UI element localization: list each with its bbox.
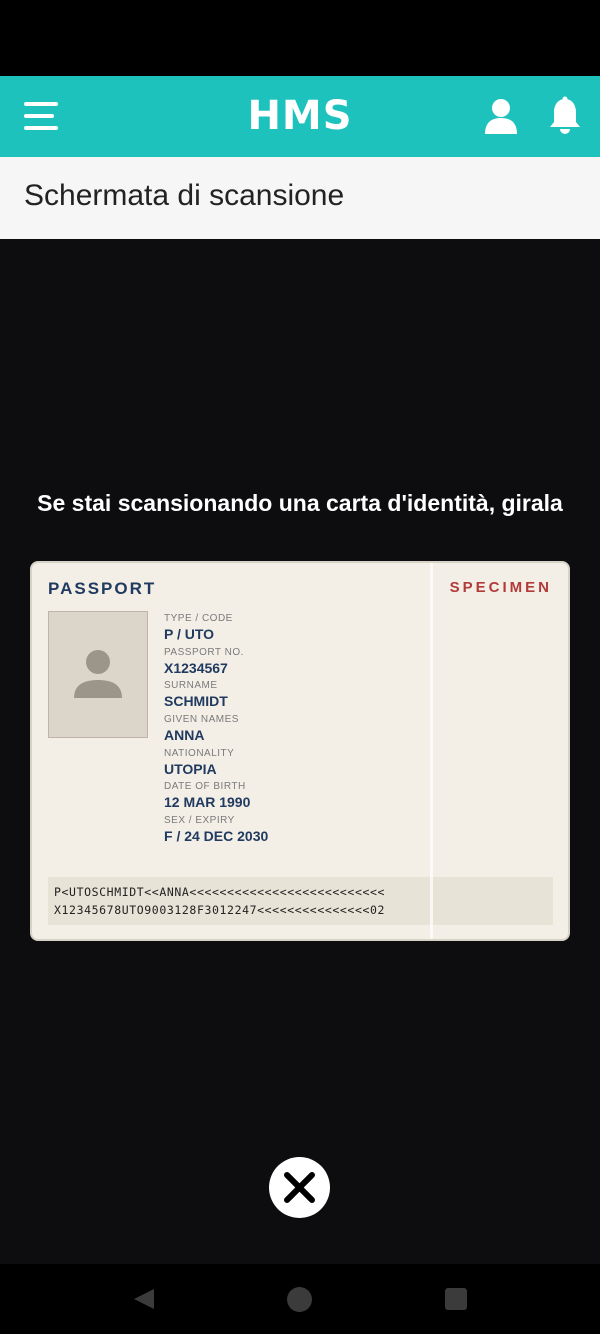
- home-circle-icon[interactable]: [287, 1287, 312, 1312]
- mrz-zone: P<UTOSCHMIDT<<ANNA<<<<<<<<<<<<<<<<<<<<<<…: [48, 877, 553, 925]
- passport-fields: TYPE / CODE P / UTO PASSPORT NO. X123456…: [164, 613, 268, 849]
- mrz-line-1: P<UTOSCHMIDT<<ANNA<<<<<<<<<<<<<<<<<<<<<<…: [54, 885, 386, 899]
- recent-apps-icon[interactable]: [445, 1288, 467, 1310]
- close-icon: [284, 1172, 315, 1203]
- page-title: Schermata di scansione: [24, 179, 345, 212]
- status-bar: [0, 0, 600, 76]
- field-sex-expiry: SEX / EXPIRY F / 24 DEC 2030: [164, 815, 269, 845]
- photo-placeholder: [48, 611, 148, 738]
- back-triangle-icon[interactable]: [132, 1287, 156, 1311]
- title-bar: Schermata di scansione: [0, 157, 600, 239]
- field-passport-no: PASSPORT NO. X1234567: [164, 646, 244, 676]
- mrz-line-2: X12345678UTO9003128F3012247<<<<<<<<<<<<<…: [54, 903, 386, 917]
- passport-card: PASSPORT SPECIMEN TYPE / CODE P / UTO PA…: [30, 561, 570, 941]
- scan-instruction: Se stai scansionando una carta d'identit…: [37, 490, 563, 516]
- close-button[interactable]: [269, 1157, 330, 1218]
- field-given-names: GIVEN NAMES ANNA: [164, 714, 239, 744]
- field-date-of-birth: DATE OF BIRTH 12 MAR 1990: [164, 781, 251, 811]
- person-silhouette-icon: [74, 650, 122, 698]
- specimen-label: SPECIMEN: [449, 579, 552, 596]
- field-type-code: TYPE / CODE P / UTO: [164, 613, 233, 642]
- field-surname: SURNAME SCHMIDT: [164, 680, 228, 710]
- field-nationality: NATIONALITY UTOPIA: [164, 747, 235, 777]
- bell-icon[interactable]: [547, 96, 583, 136]
- app-bar: HMS: [0, 76, 600, 157]
- passport-heading: PASSPORT: [48, 579, 157, 598]
- user-icon[interactable]: [484, 98, 518, 134]
